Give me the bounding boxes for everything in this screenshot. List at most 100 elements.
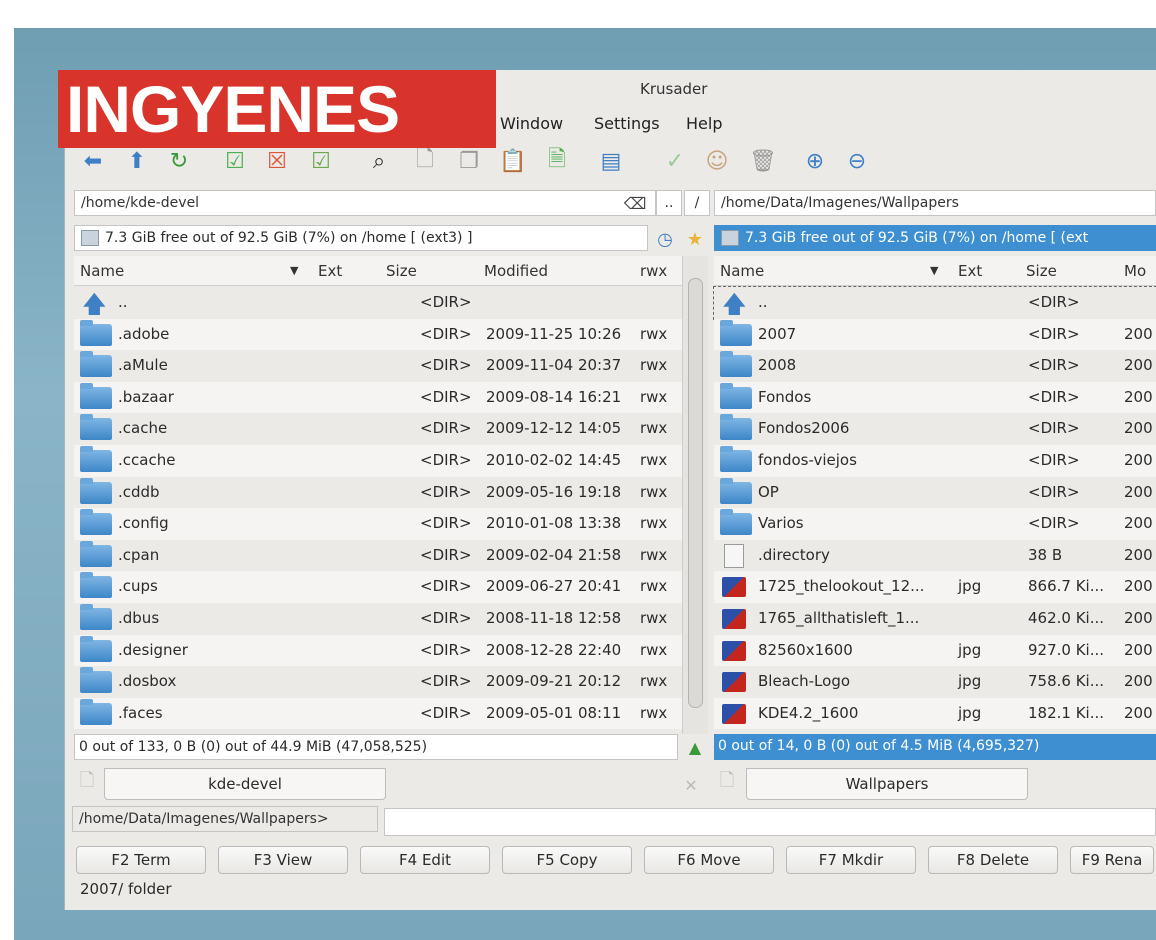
list-item[interactable]: .cache <DIR> 2009-12-12 14:05 rwx (74, 413, 682, 445)
list-item[interactable]: 🡅.. <DIR> (74, 287, 682, 319)
command-input[interactable] (384, 808, 1156, 836)
function-key-8[interactable]: F8 Delete (928, 846, 1058, 874)
new-document-icon[interactable]: 🗎 (542, 146, 572, 176)
list-item[interactable]: .cpan <DIR> 2009-02-04 21:58 rwx (74, 540, 682, 572)
file-name: OP (758, 482, 779, 501)
close-tab-icon[interactable]: ✕ (676, 770, 706, 800)
list-item[interactable]: .dbus <DIR> 2008-11-18 12:58 rwx (74, 603, 682, 635)
function-key-9[interactable]: F9 Rena (1070, 846, 1154, 874)
function-key-3[interactable]: F3 View (218, 846, 348, 874)
function-key-7[interactable]: F7 Mkdir (786, 846, 916, 874)
list-item[interactable]: 82560x1600 jpg 927.0 Ki... 200 (714, 634, 1156, 667)
unselect-icon[interactable]: ☒ (262, 146, 292, 176)
col-ext[interactable]: Ext (318, 256, 342, 286)
new-file-icon[interactable]: 🗋 (410, 146, 440, 176)
root-button[interactable]: / (684, 190, 710, 216)
list-item[interactable]: KDE4.2_1600 jpg 182.1 Ki... 200 (714, 697, 1156, 730)
list-item[interactable]: .faces <DIR> 2009-05-01 08:11 rwx (74, 697, 682, 730)
file-name: Varios (758, 514, 804, 533)
col-name[interactable]: Name (80, 256, 124, 286)
invert-selection-icon[interactable]: ☑ (306, 146, 336, 176)
terminal-icon[interactable]: ▤ (596, 146, 626, 176)
list-item[interactable]: .designer <DIR> 2008-12-28 22:40 rwx (74, 634, 682, 667)
list-item[interactable]: Bleach-Logo jpg 758.6 Ki... 200 (714, 666, 1156, 698)
new-tab-icon[interactable]: 🗋 (72, 768, 102, 798)
list-item[interactable]: .config <DIR> 2010-01-08 13:38 rwx (74, 508, 682, 540)
tab-left[interactable]: kde-devel (104, 768, 386, 800)
zoom-in-icon[interactable]: ⊕ (800, 146, 830, 176)
col-rwx[interactable]: rwx (640, 256, 667, 286)
file-size: <DIR> (1028, 387, 1080, 406)
folder-icon (720, 319, 752, 346)
user-icon[interactable]: ☺ (702, 146, 732, 176)
file-name: .cpan (118, 545, 160, 564)
file-name: .directory (758, 545, 830, 564)
list-item[interactable]: Fondos <DIR> 200 (714, 381, 1156, 414)
file-name: .aMule (118, 356, 168, 375)
list-item[interactable]: .adobe <DIR> 2009-11-25 10:26 rwx (74, 318, 682, 351)
list-item[interactable]: .directory 38 B 200 (714, 540, 1156, 572)
list-item[interactable]: 🡅.. <DIR> (713, 286, 1156, 320)
binoculars-icon[interactable]: ⌕ (364, 146, 394, 176)
new-tab-icon[interactable]: 🗋 (712, 768, 742, 798)
col-size[interactable]: Size (386, 256, 417, 286)
list-item[interactable]: .bazaar <DIR> 2009-08-14 16:21 rwx (74, 381, 682, 414)
left-path-field[interactable]: /home/kde-devel (74, 190, 656, 216)
col-modified[interactable]: Modified (484, 256, 548, 286)
file-size: <DIR> (1028, 419, 1080, 438)
list-item[interactable]: Fondos2006 <DIR> 200 (714, 413, 1156, 445)
scroll-thumb[interactable] (688, 278, 703, 708)
list-item[interactable]: OP <DIR> 200 (714, 477, 1156, 509)
right-file-list: 🡅.. <DIR> 2007 <DIR> 200 2008 <DIR> 200 Fondos <D… (713, 286, 1156, 730)
list-item[interactable]: 1725_thelookout_12... jpg 866.7 Ki... 200 (714, 571, 1156, 603)
list-item[interactable]: .cups <DIR> 2009-06-27 20:41 rwx (74, 571, 682, 603)
trash-icon[interactable]: 🗑 (748, 146, 778, 176)
list-item[interactable]: 2008 <DIR> 200 (714, 350, 1156, 382)
up-icon[interactable]: ⬆ (122, 146, 152, 176)
file-size: <DIR> (420, 608, 472, 627)
list-item[interactable]: .ccache <DIR> 2010-02-02 14:45 rwx (74, 444, 682, 477)
menu-help[interactable]: Help (686, 114, 722, 133)
refresh-icon[interactable]: ↻ (164, 146, 194, 176)
function-key-5[interactable]: F5 Copy (502, 846, 632, 874)
file-modified: 200 (1124, 577, 1153, 596)
tab-right[interactable]: Wallpapers (746, 768, 1028, 800)
list-item[interactable]: 2007 <DIR> 200 (714, 318, 1156, 351)
file-rwx: rwx (640, 482, 668, 501)
col-name[interactable]: Name (720, 256, 764, 286)
file-rwx: rwx (640, 672, 668, 691)
folder-icon (80, 635, 112, 662)
list-item[interactable]: .aMule <DIR> 2009-11-04 20:37 rwx (74, 350, 682, 382)
function-key-2[interactable]: F2 Term (76, 846, 206, 874)
list-item[interactable]: .cddb <DIR> 2009-05-16 19:18 rwx (74, 477, 682, 509)
menu-settings[interactable]: Settings (594, 114, 660, 133)
bookmark-star-icon[interactable]: ★ (680, 224, 710, 254)
zoom-out-icon[interactable]: ⊖ (842, 146, 872, 176)
function-key-4[interactable]: F4 Edit (360, 846, 490, 874)
menu-window[interactable]: Window (500, 114, 563, 133)
sync-arrow-icon[interactable]: ▲ (680, 732, 710, 762)
back-icon[interactable]: ⬅ (78, 146, 108, 176)
clipboard-icon[interactable]: 📋 (498, 146, 528, 176)
col-ext[interactable]: Ext (958, 256, 982, 286)
file-size: 38 B (1028, 545, 1063, 564)
list-item[interactable]: fondos-viejos <DIR> 200 (714, 444, 1156, 477)
list-item[interactable]: Varios <DIR> 200 (714, 508, 1156, 540)
col-size[interactable]: Size (1026, 256, 1057, 286)
folder-icon (80, 698, 112, 725)
select-icon[interactable]: ☑ (220, 146, 250, 176)
list-item[interactable]: 1765_allthatisleft_1... 462.0 Ki... 200 (714, 603, 1156, 635)
folder-icon (720, 445, 752, 472)
sync-icon[interactable]: ✓ (660, 146, 690, 176)
clear-path-icon[interactable]: ⌫ (620, 188, 650, 218)
left-history-button[interactable]: .. (656, 190, 682, 216)
file-rwx: rwx (640, 608, 668, 627)
right-path-field[interactable]: /home/Data/Imagenes/Wallpapers (714, 190, 1156, 216)
left-scrollbar[interactable] (682, 256, 708, 734)
list-item[interactable]: .dosbox <DIR> 2009-09-21 20:12 rwx (74, 666, 682, 698)
file-modified: 2009-06-27 20:41 (486, 577, 622, 596)
col-modified[interactable]: Mo (1124, 256, 1146, 286)
copy-icon[interactable]: ❐ (454, 146, 484, 176)
history-icon[interactable]: ◷ (650, 224, 680, 254)
function-key-6[interactable]: F6 Move (644, 846, 774, 874)
